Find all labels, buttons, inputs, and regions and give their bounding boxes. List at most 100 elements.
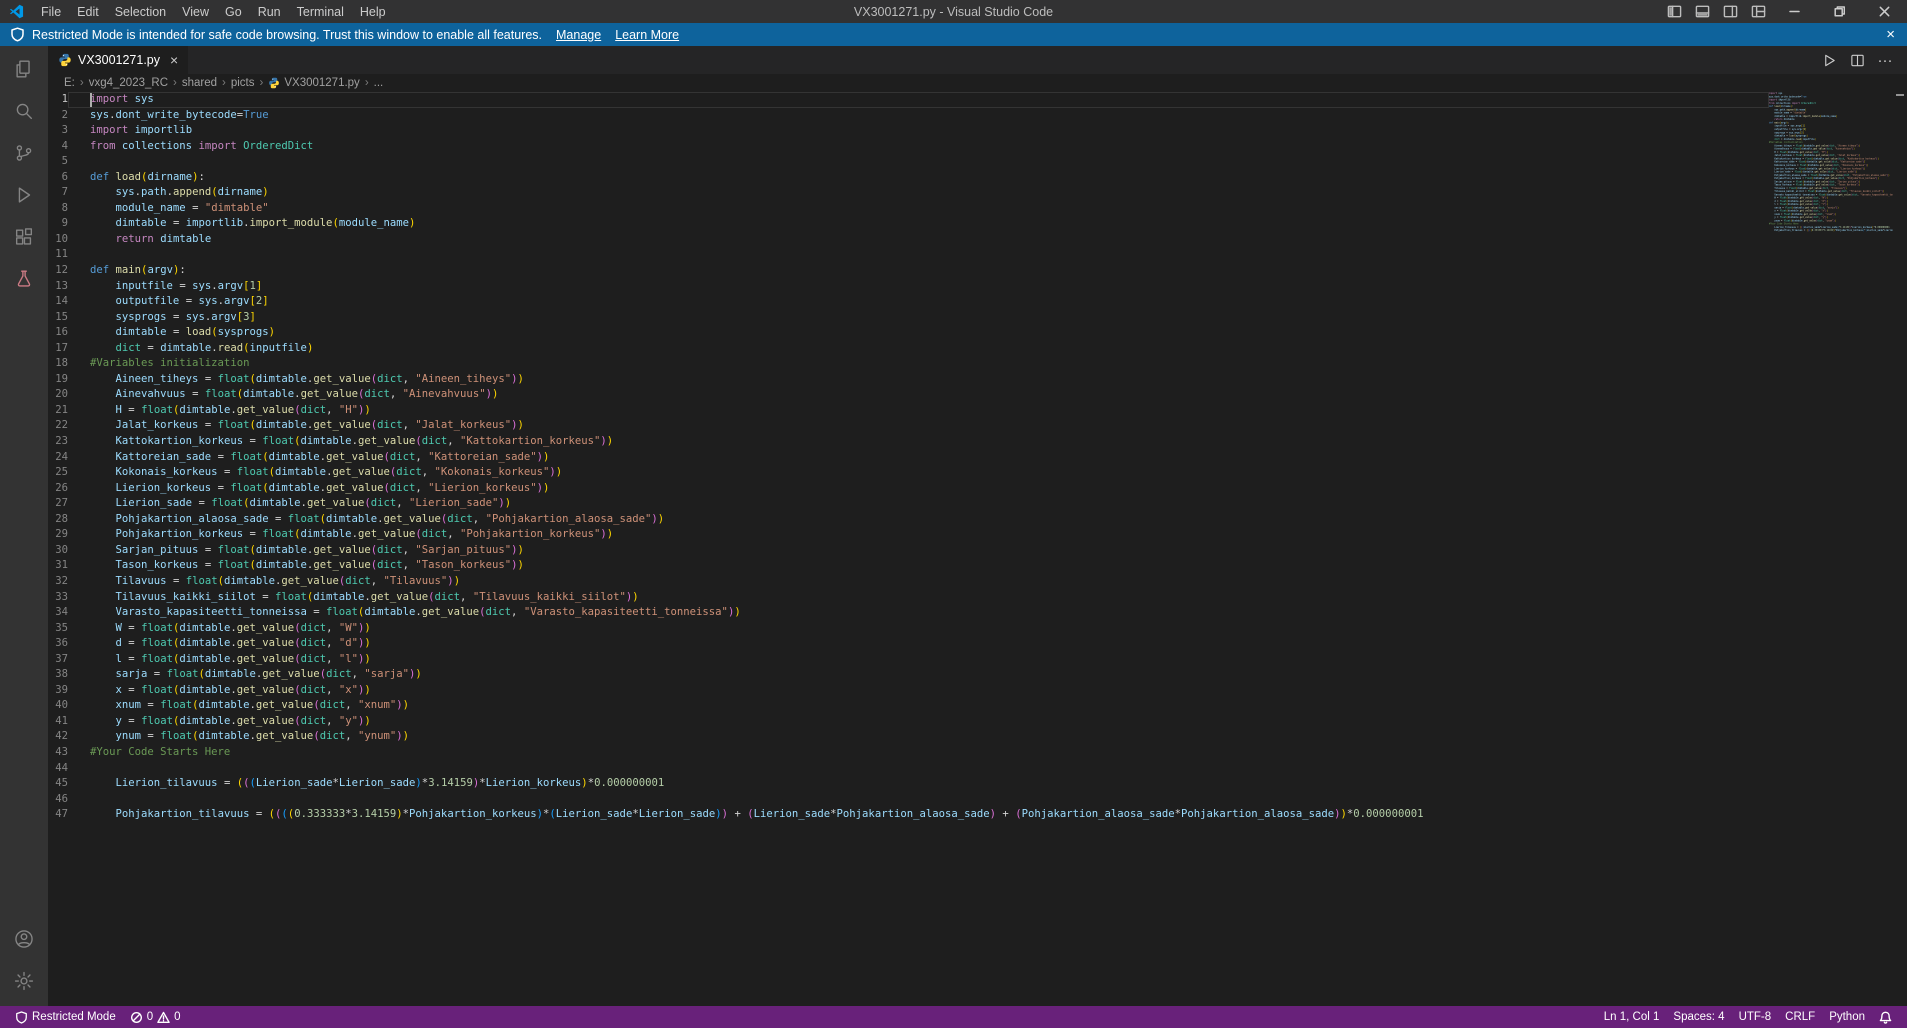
line-number[interactable]: 25 [48,465,68,481]
line-number[interactable]: 2 [48,108,68,124]
code-line-text[interactable]: Lierion_korkeus = float(dimtable.get_val… [68,481,1769,497]
line-number[interactable]: 10 [48,232,68,248]
problems-status[interactable]: 0 0 [123,1006,188,1028]
code-line-text[interactable] [68,247,1769,263]
code-line-text[interactable]: Sarjan_pituus = float(dimtable.get_value… [68,543,1769,559]
code-line-text[interactable]: dict = dimtable.read(inputfile) [68,341,1769,357]
line-number[interactable]: 47 [48,807,68,823]
activity-bar-extensions-icon[interactable] [0,216,48,258]
line-number[interactable]: 45 [48,776,68,792]
menu-view[interactable]: View [174,0,217,23]
line-number[interactable]: 20 [48,387,68,403]
menu-run[interactable]: Run [250,0,289,23]
activity-bar-source-control-icon[interactable] [0,132,48,174]
indentation-status[interactable]: Spaces: 4 [1666,1006,1731,1028]
code-line-text[interactable]: Tason_korkeus = float(dimtable.get_value… [68,558,1769,574]
menu-go[interactable]: Go [217,0,250,23]
code-line-text[interactable]: outputfile = sys.argv[2] [68,294,1769,310]
line-number[interactable]: 38 [48,667,68,683]
line-number[interactable]: 22 [48,418,68,434]
activity-bar-explorer-icon[interactable] [0,48,48,90]
code-line-text[interactable]: from collections import OrderedDict [68,139,1769,155]
toggle-secondary-sidebar-icon[interactable] [1716,0,1744,23]
code-line-text[interactable]: sysprogs = sys.argv[3] [68,310,1769,326]
code-line-text[interactable]: Jalat_korkeus = float(dimtable.get_value… [68,418,1769,434]
activity-bar-settings-icon[interactable] [0,960,48,1002]
menu-terminal[interactable]: Terminal [289,0,352,23]
restricted-mode-status[interactable]: Restricted Mode [8,1006,123,1028]
restore-button[interactable] [1817,0,1862,23]
code-line-text[interactable] [68,792,1769,808]
code-line-text[interactable]: Lierion_sade = float(dimtable.get_value(… [68,496,1769,512]
code-line-text[interactable]: #Variables initialization [68,356,1769,372]
run-python-file-button[interactable] [1817,48,1841,72]
line-number[interactable]: 27 [48,496,68,512]
scrollbar[interactable] [1893,92,1907,1006]
line-number[interactable]: 8 [48,201,68,217]
code-line-text[interactable]: x = float(dimtable.get_value(dict, "x")) [68,683,1769,699]
line-number[interactable]: 14 [48,294,68,310]
line-number[interactable]: 1 [48,92,68,108]
code-line-text[interactable] [68,761,1769,777]
notifications-button[interactable] [1872,1006,1899,1028]
learn-more-link[interactable]: Learn More [615,28,679,42]
toggle-primary-sidebar-icon[interactable] [1660,0,1688,23]
minimap[interactable]: import syssys.dont_write_bytecode=Trueim… [1769,92,1893,1006]
activity-bar-account-icon[interactable] [0,918,48,960]
code-line-text[interactable]: y = float(dimtable.get_value(dict, "y")) [68,714,1769,730]
code-line-text[interactable]: xnum = float(dimtable.get_value(dict, "x… [68,698,1769,714]
code-line-text[interactable]: return dimtable [68,232,1769,248]
code-line-text[interactable]: Pohjakartion_korkeus = float(dimtable.ge… [68,527,1769,543]
menu-file[interactable]: File [33,0,69,23]
line-number[interactable]: 3 [48,123,68,139]
code-line-text[interactable]: W = float(dimtable.get_value(dict, "W")) [68,621,1769,637]
line-number[interactable]: 41 [48,714,68,730]
banner-close-icon[interactable]: × [1886,27,1895,42]
code-line-text[interactable]: inputfile = sys.argv[1] [68,279,1769,295]
code-line-text[interactable]: d = float(dimtable.get_value(dict, "d")) [68,636,1769,652]
line-number[interactable]: 39 [48,683,68,699]
breadcrumb-item[interactable]: ... [372,77,386,89]
line-number[interactable]: 33 [48,590,68,606]
menu-help[interactable]: Help [352,0,394,23]
line-number[interactable]: 29 [48,527,68,543]
code-line-text[interactable]: import importlib [68,123,1769,139]
code-line-text[interactable]: Lierion_tilavuus = (((Lierion_sade*Lieri… [68,776,1769,792]
code-line-text[interactable]: dimtable = load(sysprogs) [68,325,1769,341]
line-number[interactable]: 12 [48,263,68,279]
line-number[interactable]: 28 [48,512,68,528]
code-line-text[interactable]: H = float(dimtable.get_value(dict, "H")) [68,403,1769,419]
manage-link[interactable]: Manage [556,28,601,42]
minimize-button[interactable] [1772,0,1817,23]
line-number[interactable]: 31 [48,558,68,574]
code-line-text[interactable]: l = float(dimtable.get_value(dict, "l")) [68,652,1769,668]
cursor-position-status[interactable]: Ln 1, Col 1 [1597,1006,1667,1028]
line-number[interactable]: 36 [48,636,68,652]
code-line-text[interactable]: ynum = float(dimtable.get_value(dict, "y… [68,729,1769,745]
code-line-text[interactable]: def main(argv): [68,263,1769,279]
line-number[interactable]: 13 [48,279,68,295]
code-line-text[interactable]: import sys [68,92,1769,108]
code-line-text[interactable]: Tilavuus = float(dimtable.get_value(dict… [68,574,1769,590]
activity-bar-run-and-debug-icon[interactable] [0,174,48,216]
line-number[interactable]: 6 [48,170,68,186]
line-number[interactable]: 40 [48,698,68,714]
line-number[interactable]: 34 [48,605,68,621]
line-number[interactable]: 42 [48,729,68,745]
breadcrumb-item[interactable]: shared [180,77,219,89]
menu-selection[interactable]: Selection [107,0,174,23]
breadcrumb-item[interactable]: vxg4_2023_RC [87,77,170,89]
line-number[interactable]: 23 [48,434,68,450]
code-line-text[interactable]: module_name = "dimtable" [68,201,1769,217]
line-number[interactable]: 11 [48,247,68,263]
line-number[interactable]: 44 [48,761,68,777]
customize-layout-icon[interactable] [1744,0,1772,23]
code-line-text[interactable]: Kattoreian_sade = float(dimtable.get_val… [68,450,1769,466]
tab-close-icon[interactable]: × [170,53,178,67]
eol-status[interactable]: CRLF [1778,1006,1822,1028]
code-line-text[interactable]: dimtable = importlib.import_module(modul… [68,216,1769,232]
line-number[interactable]: 16 [48,325,68,341]
code-line-text[interactable]: Kattokartion_korkeus = float(dimtable.ge… [68,434,1769,450]
line-number[interactable]: 26 [48,481,68,497]
toggle-panel-icon[interactable] [1688,0,1716,23]
